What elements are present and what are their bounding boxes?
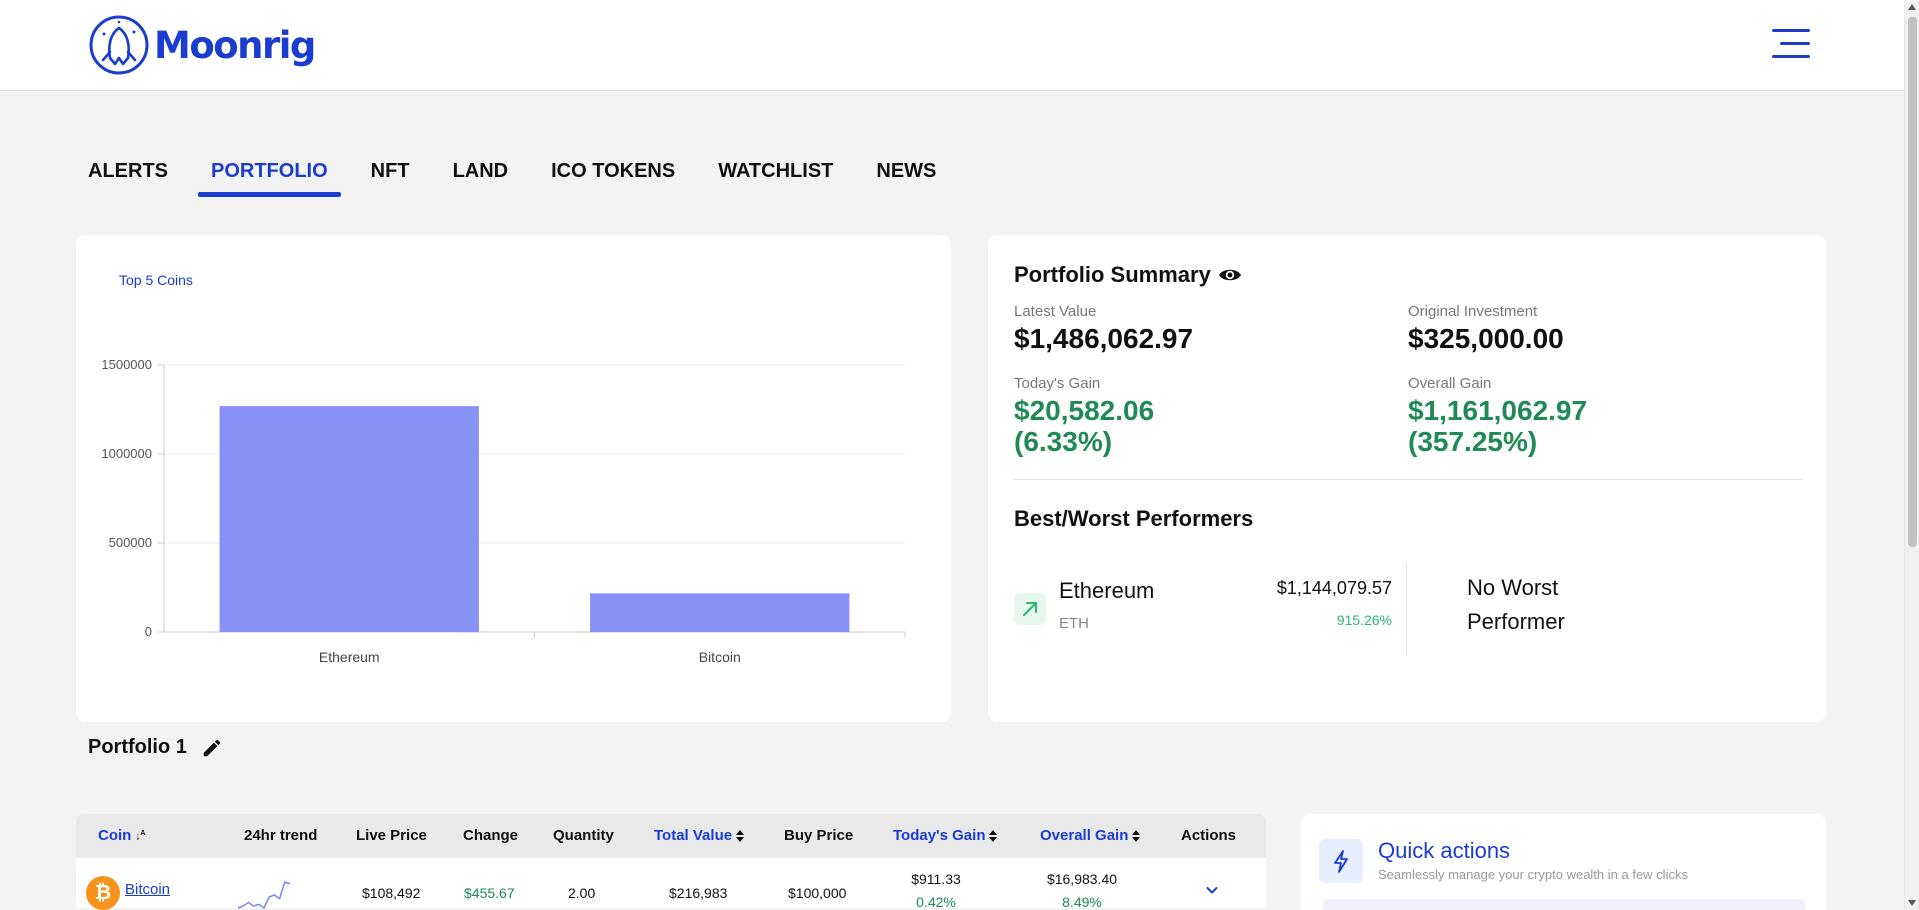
quick-actions-subtitle: Seamlessly manage your crypto wealth in … xyxy=(1378,867,1688,882)
change-cell: $455.67 xyxy=(464,885,515,901)
best-performer-value: $1,144,079.57 xyxy=(1276,578,1392,598)
bar-bitcoin xyxy=(590,593,850,632)
best-worst-title: Best/Worst Performers xyxy=(1014,506,1254,531)
header-trend: 24hr trend xyxy=(244,827,318,844)
bitcoin-icon: ₿ xyxy=(86,876,120,910)
header-coin-label: Coin xyxy=(98,827,132,844)
top-coins-bar-chart: 0 500000 1000000 1500000 Ethereum Bitcoin xyxy=(101,357,906,665)
header-quantity: Quantity xyxy=(553,827,614,844)
overall-gain-pct: (357.25%) xyxy=(1408,426,1538,457)
scroll-thumb[interactable] xyxy=(1908,17,1917,547)
best-performer-name: Ethereum xyxy=(1059,578,1155,603)
original-investment-value: $325,000.00 xyxy=(1408,323,1564,354)
y-tick-label: 1500000 xyxy=(101,357,152,372)
overall-gain-pct-cell: 8.49% xyxy=(1062,894,1102,910)
y-tick-label: 1000000 xyxy=(101,446,152,461)
header-todays-gain[interactable]: Today's Gain xyxy=(893,827,998,844)
page-scrollbar[interactable] xyxy=(1904,0,1919,910)
tab-portfolio[interactable]: PORTFOLIO xyxy=(198,160,341,197)
header-change: Change xyxy=(463,827,519,844)
todays-gain-cell: $911.33 xyxy=(911,871,961,887)
latest-value: $1,486,062.97 xyxy=(1014,323,1194,354)
summary-title: Portfolio Summary xyxy=(1014,262,1242,288)
moonrig-logo[interactable]: Moonrig xyxy=(88,14,316,76)
bar-ethereum xyxy=(219,406,479,632)
worst-performer-text: No Worst Performer xyxy=(1467,575,1565,634)
header-todays-gain-label: Today's Gain xyxy=(893,827,986,844)
header-total-value-label: Total Value xyxy=(654,827,733,844)
header-coin[interactable]: Coin ↓A xyxy=(98,827,145,844)
quick-actions-title: Quick actions xyxy=(1378,838,1511,863)
summary-divider xyxy=(1014,479,1802,480)
arrow-up-right-icon xyxy=(1014,593,1046,625)
scroll-down-arrow[interactable] xyxy=(1908,900,1916,906)
header-total-value[interactable]: Total Value xyxy=(654,827,745,844)
y-tick-label: 0 xyxy=(145,624,152,639)
scroll-up-arrow[interactable] xyxy=(1908,4,1916,10)
todays-gain-pct-cell: 0.42% xyxy=(916,894,956,910)
overall-gain-value: $1,161,062.97 xyxy=(1408,395,1588,426)
lightning-icon xyxy=(1319,839,1363,883)
performer-divider xyxy=(1406,563,1407,655)
todays-gain-value: $20,582.06 xyxy=(1014,395,1155,426)
hamburger-menu-icon[interactable] xyxy=(1772,29,1810,59)
live-price-cell: $108,492 xyxy=(362,885,421,901)
header-live-price: Live Price xyxy=(356,827,427,844)
x-tick-label: Bitcoin xyxy=(699,649,741,665)
sort-icon xyxy=(736,830,745,843)
overall-gain-cell: $16,983.40 xyxy=(1046,871,1118,887)
quantity-cell: 2.00 xyxy=(568,885,596,901)
latest-value-label: Latest Value xyxy=(1014,303,1097,320)
portfolio-summary-card: Portfolio Summary Latest Value $1,486,06… xyxy=(988,235,1826,722)
summary-title-text: Portfolio Summary xyxy=(1014,262,1211,287)
header-overall-gain[interactable]: Overall Gain xyxy=(1040,827,1141,844)
eye-icon[interactable] xyxy=(1218,267,1242,283)
portfolio-title: Portfolio 1 xyxy=(88,736,223,759)
y-tick-label: 500000 xyxy=(109,535,152,550)
todays-gain-label: Today's Gain xyxy=(1014,375,1101,392)
tab-ico-tokens[interactable]: ICO TOKENS xyxy=(551,160,675,197)
tab-watchlist[interactable]: WATCHLIST xyxy=(718,160,833,197)
quick-action-button[interactable] xyxy=(1323,899,1805,910)
buy-price-cell: $100,000 xyxy=(788,885,847,901)
table-header: Coin ↓A 24hr trend Live Price Change Quan… xyxy=(76,814,1266,858)
tab-nft[interactable]: NFT xyxy=(371,160,410,197)
header-actions: Actions xyxy=(1181,827,1237,844)
original-investment-label: Original Investment xyxy=(1408,303,1538,320)
tab-news[interactable]: NEWS xyxy=(876,160,936,197)
top-header: Moonrig xyxy=(0,0,1904,91)
holdings-table: Coin ↓A 24hr trend Live Price Change Quan… xyxy=(76,814,1266,910)
coin-name-link[interactable]: Bitcoin xyxy=(125,881,170,898)
trend-sparkline xyxy=(237,881,291,910)
sort-icon xyxy=(1132,830,1141,843)
sort-icon xyxy=(989,830,998,843)
header-overall-gain-label: Overall Gain xyxy=(1040,827,1129,844)
best-performer-pct: 915.26% xyxy=(1336,612,1392,628)
x-tick-label: Ethereum xyxy=(319,649,380,665)
quick-actions-card: Quick actions Seamlessly manage your cry… xyxy=(1301,814,1826,910)
total-value-cell: $216,983 xyxy=(669,885,728,901)
chevron-down-icon[interactable] xyxy=(1206,884,1218,896)
moonrig-logo-icon xyxy=(89,15,149,75)
top-coins-chart-card: Top 5 Coins 0 500000 1000000 1500000 Ethereu… xyxy=(76,235,951,722)
tab-land[interactable]: LAND xyxy=(453,160,509,197)
tab-alerts[interactable]: ALERTS xyxy=(88,160,168,197)
pencil-icon[interactable] xyxy=(201,737,223,759)
header-buy-price: Buy Price xyxy=(784,827,854,844)
sort-az-icon: ↓A xyxy=(135,829,146,843)
main-tabs: ALERTS PORTFOLIO NFT LAND ICO TOKENS WAT… xyxy=(88,160,979,197)
portfolio-name: Portfolio 1 xyxy=(88,736,187,758)
todays-gain-pct: (6.33%) xyxy=(1014,426,1113,457)
overall-gain-label: Overall Gain xyxy=(1408,375,1492,392)
best-performer-symbol: ETH xyxy=(1059,615,1089,632)
app-name: Moonrig xyxy=(154,23,316,67)
